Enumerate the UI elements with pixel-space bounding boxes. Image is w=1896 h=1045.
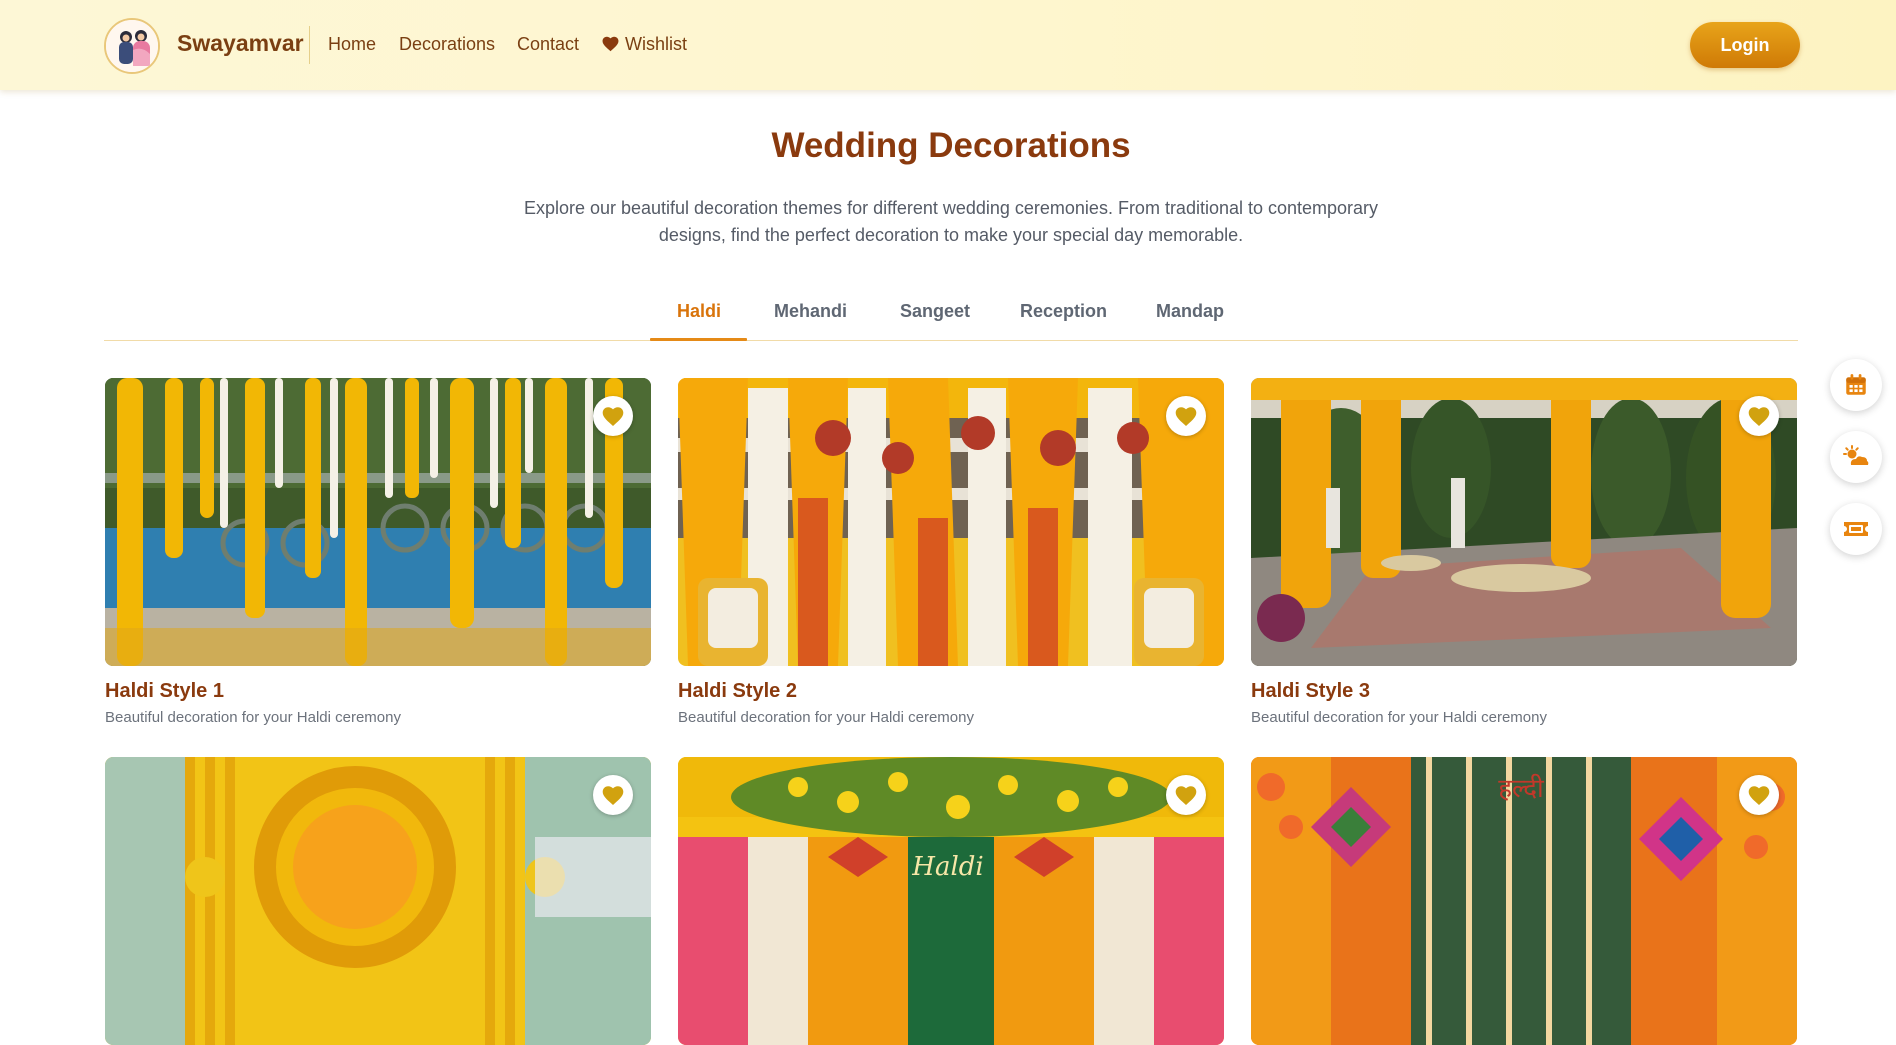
heart-icon <box>602 36 619 52</box>
couple-logo-icon <box>106 20 158 72</box>
card-description: Beautiful decoration for your Haldi cere… <box>678 709 974 726</box>
page-description: Explore our beautiful decoration themes … <box>523 198 1379 245</box>
brand-logo[interactable] <box>104 18 160 74</box>
decoration-card: Haldi Style 3 Beautiful decoration for y… <box>1251 378 1797 726</box>
page-title: Wedding Decorations <box>771 126 1131 165</box>
decoration-card: Haldi Style 2 Beautiful decoration for y… <box>678 378 1224 726</box>
weather-button[interactable] <box>1830 431 1882 483</box>
nav-home[interactable]: Home <box>328 34 376 55</box>
wishlist-toggle[interactable] <box>593 396 633 436</box>
wishlist-toggle[interactable] <box>1739 396 1779 436</box>
haldi-photo-3 <box>1251 378 1797 666</box>
tabs-divider <box>104 340 1798 341</box>
login-button[interactable]: Login <box>1690 22 1800 68</box>
nav-wishlist[interactable]: Wishlist <box>601 34 687 55</box>
heart-icon <box>1748 786 1770 805</box>
card-description: Beautiful decoration for your Haldi cere… <box>1251 709 1547 726</box>
tab-mandap[interactable]: Mandap <box>1156 301 1224 322</box>
brand-name[interactable]: Swayamvar <box>177 30 304 57</box>
weather-icon <box>1843 445 1869 465</box>
heart-icon <box>1175 786 1197 805</box>
heart-icon <box>602 786 624 805</box>
top-navbar: Swayamvar Home Decorations Contact Wishl… <box>0 0 1896 90</box>
photo-sign: हल्दी <box>1498 773 1545 804</box>
wishlist-toggle[interactable] <box>1166 396 1206 436</box>
decoration-card: Haldi <box>678 757 1224 1045</box>
wishlist-toggle[interactable] <box>1166 775 1206 815</box>
haldi-photo-2 <box>678 378 1224 666</box>
decoration-card <box>105 757 651 1045</box>
photo-sign: Haldi <box>911 852 983 882</box>
haldi-photo-4 <box>105 757 651 1045</box>
wishlist-toggle[interactable] <box>593 775 633 815</box>
decoration-image[interactable] <box>1251 378 1797 666</box>
haldi-photo-5: Haldi <box>678 757 1224 1045</box>
tab-mehandi[interactable]: Mehandi <box>774 301 847 322</box>
ticket-icon <box>1844 522 1868 536</box>
heart-icon <box>602 407 624 426</box>
decoration-card: Haldi Style 1 Beautiful decoration for y… <box>105 378 651 726</box>
card-title[interactable]: Haldi Style 3 <box>1251 680 1797 703</box>
decoration-image[interactable] <box>105 757 651 1045</box>
card-title[interactable]: Haldi Style 2 <box>678 680 1224 703</box>
decoration-card: हल्दी <box>1251 757 1797 1045</box>
nav-contact[interactable]: Contact <box>517 34 579 55</box>
decoration-image[interactable] <box>105 378 651 666</box>
haldi-photo-6: हल्दी <box>1251 757 1797 1045</box>
wishlist-toggle[interactable] <box>1739 775 1779 815</box>
ticket-button[interactable] <box>1830 503 1882 555</box>
haldi-photo-1 <box>105 378 651 666</box>
calendar-button[interactable] <box>1830 359 1882 411</box>
nav-decorations[interactable]: Decorations <box>399 34 495 55</box>
decoration-image[interactable] <box>678 378 1224 666</box>
active-tab-indicator <box>650 338 747 341</box>
tab-haldi[interactable]: Haldi <box>677 301 721 322</box>
heart-icon <box>1175 407 1197 426</box>
brand-divider <box>309 26 310 64</box>
heart-icon <box>1748 407 1770 426</box>
tab-sangeet[interactable]: Sangeet <box>900 301 970 322</box>
decoration-image[interactable]: Haldi <box>678 757 1224 1045</box>
decoration-image[interactable]: हल्दी <box>1251 757 1797 1045</box>
calendar-icon <box>1846 374 1866 395</box>
card-description: Beautiful decoration for your Haldi cere… <box>105 709 401 726</box>
card-title[interactable]: Haldi Style 1 <box>105 680 651 703</box>
tab-reception[interactable]: Reception <box>1020 301 1107 322</box>
nav-wishlist-label: Wishlist <box>625 34 687 54</box>
